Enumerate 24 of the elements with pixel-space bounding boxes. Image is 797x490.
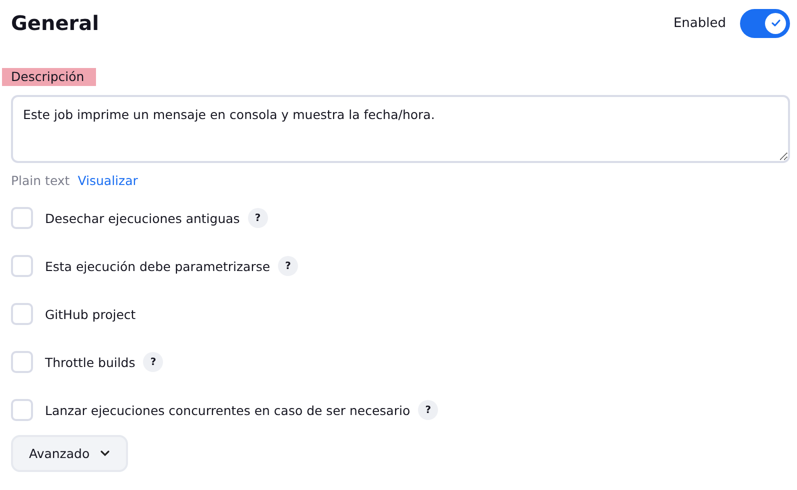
checkbox[interactable] — [11, 351, 33, 373]
option-label: Esta ejecución debe parametrizarse — [45, 258, 270, 274]
help-button[interactable]: ? — [418, 400, 438, 420]
checkbox[interactable] — [11, 303, 33, 325]
enabled-toggle[interactable] — [740, 8, 790, 38]
help-button[interactable]: ? — [278, 256, 298, 276]
chevron-down-icon — [100, 450, 110, 457]
checkbox[interactable] — [11, 207, 33, 229]
field-label: Descripción — [2, 68, 96, 86]
option-label: GitHub project — [45, 306, 136, 322]
mode-link[interactable]: Visualizar — [78, 173, 138, 188]
section-title: General — [11, 11, 99, 35]
checkbox[interactable] — [11, 399, 33, 421]
checkbox[interactable] — [11, 255, 33, 277]
mode-link[interactable]: Plain text — [11, 173, 70, 188]
description-field[interactable]: Este job imprime un mensaje en consola y muestra la fecha/hora. — [11, 95, 790, 163]
help-button[interactable]: ? — [143, 352, 164, 372]
advanced-button[interactable]: Avanzado — [11, 435, 128, 472]
toggle-label: Enabled — [673, 16, 726, 30]
option-label: Lanzar ejecuciones concurrentes en caso de ser necesario — [45, 402, 410, 418]
option-label: Throttle builds — [45, 354, 136, 370]
check-icon — [770, 17, 782, 29]
help-button[interactable]: ? — [248, 208, 268, 228]
option-label: Desechar ejecuciones antiguas — [45, 210, 240, 226]
